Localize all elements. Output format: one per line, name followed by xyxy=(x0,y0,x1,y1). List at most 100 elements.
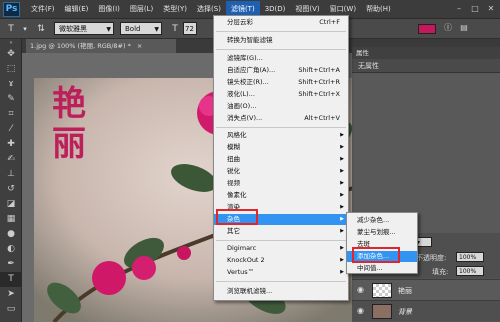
noise-submenu-item[interactable]: 减少杂色... xyxy=(347,215,417,226)
fill-field[interactable]: 100% xyxy=(456,266,484,276)
submenu-arrow-icon: ▶ xyxy=(340,132,344,138)
filter-submenu-item[interactable]: 扭曲 ▶ xyxy=(214,154,348,165)
close-tab-icon[interactable]: × xyxy=(137,42,142,50)
eye-icon[interactable]: ◉ xyxy=(357,285,364,294)
filter-menu-item[interactable]: 滤镜库(G)... xyxy=(214,53,348,64)
properties-panel-body xyxy=(352,73,500,233)
filter-submenu-item[interactable]: 风格化 ▶ xyxy=(214,130,348,141)
filter-submenu-item[interactable]: KnockOut 2 ▶ xyxy=(214,255,348,266)
type-tool-icon[interactable]: T xyxy=(4,22,18,36)
filter-menu-item-shortcut: Ctrl+F xyxy=(319,18,340,26)
filter-menu-item-label: 像素化 xyxy=(227,191,247,199)
filter-submenu-item[interactable]: Digimarc ▶ xyxy=(214,243,348,254)
properties-panel-subtitle: 无属性 xyxy=(352,59,500,73)
opacity-field[interactable]: 100% xyxy=(456,252,484,262)
quick-select-icon[interactable]: ✎ xyxy=(0,92,22,107)
menu-type[interactable]: 类型(Y) xyxy=(158,1,192,18)
overlay-text-char-1: 艳 xyxy=(52,84,86,124)
maximize-button[interactable]: □ xyxy=(468,2,482,15)
layer-row[interactable]: ◉ 背景 xyxy=(352,300,500,321)
layer-row[interactable]: ◉ 艳丽 xyxy=(352,279,500,300)
annotation-box-add-noise xyxy=(352,247,400,263)
filter-menu-item-shortcut: Shift+Ctrl+A xyxy=(298,66,340,74)
close-window-button[interactable]: ✕ xyxy=(484,2,498,15)
filter-submenu-item[interactable]: 模糊 ▶ xyxy=(214,142,348,153)
submenu-arrow-icon: ▶ xyxy=(340,144,344,150)
dodge-icon[interactable]: ◐ xyxy=(0,242,22,257)
eyedropper-icon[interactable]: ⁄ xyxy=(0,122,22,137)
text-orientation-icon[interactable]: ⇅ xyxy=(34,22,48,36)
menu-separator xyxy=(216,240,346,241)
marquee-icon[interactable]: ⬚ xyxy=(0,62,22,77)
pen-icon[interactable]: ✒ xyxy=(0,257,22,272)
dropdown-caret-icon[interactable]: ▾ xyxy=(20,22,30,36)
filter-submenu-item[interactable]: 像素化 ▶ xyxy=(214,190,348,201)
filter-menu-item-label: 其它 xyxy=(227,227,240,235)
noise-submenu-item[interactable]: 中间值... xyxy=(347,263,417,274)
filter-menu-item[interactable]: 分层云彩 Ctrl+F xyxy=(214,17,348,28)
character-panel-icon[interactable]: ▤ xyxy=(458,22,470,34)
filter-menu-item[interactable]: 油画(O)... xyxy=(214,101,348,112)
filter-menu-item[interactable]: 浏览联机滤镜... xyxy=(214,286,348,297)
properties-panel-title[interactable]: 属性 xyxy=(352,47,500,59)
type-icon[interactable]: T xyxy=(0,272,22,287)
font-style-select[interactable]: Bold ▼ xyxy=(120,22,162,35)
menu-help[interactable]: 帮助(H) xyxy=(361,1,396,18)
menu-separator xyxy=(216,127,346,128)
minimize-button[interactable]: – xyxy=(452,2,466,15)
blur-icon[interactable]: ● xyxy=(0,227,22,242)
menu-file[interactable]: 文件(F) xyxy=(26,1,60,18)
shape-icon[interactable]: ▭ xyxy=(0,302,22,317)
document-tab[interactable]: 1.jpg @ 100% (艳丽, RGB/8#) * × xyxy=(26,39,176,53)
eye-icon[interactable]: ◉ xyxy=(357,306,364,315)
filter-menu-item[interactable]: 液化(L)... Shift+Ctrl+X xyxy=(214,89,348,100)
path-select-icon[interactable]: ➤ xyxy=(0,287,22,302)
layer-thumbnail xyxy=(372,304,392,319)
filter-submenu-item[interactable]: 锐化 ▶ xyxy=(214,166,348,177)
font-size-select[interactable]: 72 xyxy=(183,22,197,35)
filter-menu-item-label: 转换为智能滤镜 xyxy=(227,36,273,44)
filter-menu-item-label: 锐化 xyxy=(227,167,240,175)
fill-value: 100% xyxy=(459,268,477,275)
submenu-arrow-icon: ▶ xyxy=(340,180,344,186)
submenu-arrow-icon: ▶ xyxy=(340,168,344,174)
filter-menu-item-label: 分层云彩 xyxy=(227,18,253,26)
brush-icon[interactable]: ✍ xyxy=(0,152,22,167)
filter-menu-item[interactable]: 镜头校正(R)... Shift+Ctrl+R xyxy=(214,77,348,88)
menu-separator xyxy=(216,31,346,32)
filter-menu-item-label: 自适应广角(A)... xyxy=(227,66,276,74)
gradient-icon[interactable]: ▦ xyxy=(0,212,22,227)
filter-menu-item[interactable]: 消失点(V)... Alt+Ctrl+V xyxy=(214,113,348,124)
warp-text-icon[interactable]: Ⓘ xyxy=(442,22,454,34)
layer-thumbnail xyxy=(372,283,392,298)
filter-menu-item-shortcut: Alt+Ctrl+V xyxy=(304,114,340,122)
photoshop-logo: Ps xyxy=(3,1,20,17)
collapse-icon[interactable]: » xyxy=(0,39,22,47)
move-icon[interactable]: ✥ xyxy=(0,47,22,62)
layer-name: 艳丽 xyxy=(398,287,412,295)
crop-icon[interactable]: ⌗ xyxy=(0,107,22,122)
text-color-swatch[interactable] xyxy=(418,24,436,34)
filter-menu-item-shortcut: Shift+Ctrl+X xyxy=(298,90,340,98)
filter-submenu-item[interactable]: 其它 ▶ xyxy=(214,226,348,237)
eraser-icon[interactable]: ◪ xyxy=(0,197,22,212)
font-style-value: Bold xyxy=(125,25,141,33)
filter-menu-item[interactable]: 转换为智能滤镜 xyxy=(214,35,348,46)
noise-submenu-item[interactable]: 蒙尘与划痕... xyxy=(347,227,417,238)
fill-label: 填充: xyxy=(432,268,449,276)
filter-menu-item-label: 风格化 xyxy=(227,131,247,139)
font-size-value: 72 xyxy=(185,25,194,33)
filter-menu-item[interactable]: 自适应广角(A)... Shift+Ctrl+A xyxy=(214,65,348,76)
submenu-arrow-icon: ▶ xyxy=(340,192,344,198)
menu-layer[interactable]: 图层(L) xyxy=(125,1,158,18)
filter-submenu-item[interactable]: Vertus™ ▶ xyxy=(214,267,348,278)
filter-submenu-item[interactable]: 视频 ▶ xyxy=(214,178,348,189)
history-brush-icon[interactable]: ↺ xyxy=(0,182,22,197)
menu-edit[interactable]: 编辑(E) xyxy=(60,1,94,18)
filter-menu-item-shortcut: Shift+Ctrl+R xyxy=(298,78,340,86)
healing-icon[interactable]: ✚ xyxy=(0,137,22,152)
lasso-icon[interactable]: ɤ xyxy=(0,77,22,92)
menu-image[interactable]: 图像(I) xyxy=(93,1,125,18)
font-family-select[interactable]: 微软雅黑 ▼ xyxy=(54,22,114,35)
stamp-icon[interactable]: ⊥ xyxy=(0,167,22,182)
